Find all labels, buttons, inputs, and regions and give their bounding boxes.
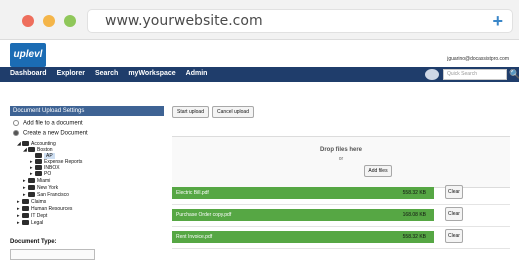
- folder-icon: [22, 220, 29, 226]
- file-name: Electric Bill.pdf: [176, 190, 209, 196]
- tree-node-claims[interactable]: ▸ Claims: [17, 199, 46, 205]
- clear-file-button[interactable]: Clear: [445, 207, 463, 221]
- tree-node-miami[interactable]: ▸ Miami: [23, 178, 50, 184]
- folder-icon: [22, 206, 29, 212]
- file-row: Purchase Order copy.pdf 168.08 KB Clear: [172, 205, 510, 227]
- folder-icon: [28, 185, 35, 191]
- folder-icon: [35, 171, 42, 177]
- tree-node-legal[interactable]: ▸ Legal: [17, 220, 43, 226]
- nav-myworkspace[interactable]: myWorkspace: [128, 70, 175, 77]
- tree-node-new-york[interactable]: ▸ New York: [23, 185, 58, 191]
- file-size: 168.08 KB: [402, 212, 426, 218]
- app-logo[interactable]: uplevl: [10, 43, 46, 67]
- app-header: [0, 40, 519, 67]
- add-files-button[interactable]: Add files: [364, 165, 392, 177]
- option-add-to-document[interactable]: Add file to a document: [13, 120, 83, 127]
- clear-file-button[interactable]: Clear: [445, 229, 463, 243]
- file-row: Rent Invoice.pdf 558.32 KB Clear: [172, 227, 510, 249]
- drop-title: Drop files here: [319, 147, 362, 153]
- file-size: 558.32 KB: [402, 234, 426, 240]
- nav-explorer[interactable]: Explorer: [57, 70, 85, 77]
- file-size: 558.32 KB: [402, 190, 426, 196]
- plus-icon[interactable]: +: [492, 11, 503, 32]
- upload-settings-panel: Document Upload Settings Add file to a d…: [10, 106, 164, 262]
- maximize-window-dot[interactable]: [64, 15, 76, 27]
- file-progress-bar: Rent Invoice.pdf 558.32 KB: [172, 231, 434, 243]
- option-create-document[interactable]: Create a new Document: [13, 130, 88, 137]
- document-type-label: Document Type:: [10, 239, 57, 245]
- cloud-upload-icon[interactable]: [425, 69, 439, 80]
- quick-search-input[interactable]: Quick Search: [443, 69, 507, 80]
- tree-node-it-dept[interactable]: ▸ IT Dept: [17, 213, 47, 219]
- tree-node-san-francisco[interactable]: ▸ San Francisco: [23, 192, 69, 198]
- tree-node-human-resources[interactable]: ▸ Human Resources: [17, 206, 72, 212]
- folder-icon: [28, 192, 35, 198]
- url-text: www.yourwebsite.com: [105, 13, 263, 29]
- upload-panel: Start upload Cancel upload Drop files he…: [172, 104, 510, 262]
- folder-icon: [35, 153, 42, 159]
- nav-admin[interactable]: Admin: [186, 70, 208, 77]
- browser-chrome: www.yourwebsite.com +: [0, 0, 519, 40]
- folder-icon: [28, 147, 35, 153]
- radio-add-to-document[interactable]: [13, 120, 19, 126]
- start-upload-button[interactable]: Start upload: [172, 106, 209, 118]
- folder-icon: [35, 165, 42, 171]
- tree-node-po[interactable]: ▸ PO: [30, 171, 51, 177]
- minimize-window-dot[interactable]: [43, 15, 55, 27]
- folder-icon: [22, 141, 29, 147]
- file-row: Electric Bill.pdf 558.32 KB Clear: [172, 183, 510, 205]
- address-bar[interactable]: www.yourwebsite.com +: [87, 9, 513, 33]
- document-type-select[interactable]: [10, 249, 95, 260]
- main-navbar: Dashboard Explorer Search myWorkspace Ad…: [0, 67, 519, 82]
- radio-create-document[interactable]: [13, 130, 19, 136]
- nav-dashboard[interactable]: Dashboard: [10, 70, 47, 77]
- drop-zone[interactable]: Drop files here or Add files: [172, 136, 510, 188]
- row-divider: [172, 248, 510, 249]
- clear-file-button[interactable]: Clear: [445, 185, 463, 199]
- close-window-dot[interactable]: [22, 15, 34, 27]
- folder-icon: [35, 159, 42, 165]
- drop-or-text: or: [338, 156, 344, 162]
- search-icon[interactable]: 🔍: [509, 69, 519, 80]
- upload-settings-title: Document Upload Settings: [10, 106, 164, 116]
- nav-search[interactable]: Search: [95, 70, 118, 77]
- file-name: Rent Invoice.pdf: [176, 234, 213, 240]
- folder-icon: [22, 199, 29, 205]
- file-progress-bar: Purchase Order copy.pdf 168.08 KB: [172, 209, 434, 221]
- folder-icon: [22, 213, 29, 219]
- file-progress-bar: Electric Bill.pdf 558.32 KB: [172, 187, 434, 199]
- folder-icon: [28, 178, 35, 184]
- file-name: Purchase Order copy.pdf: [176, 212, 232, 218]
- user-email[interactable]: jguarino@docassistpro.com: [447, 56, 509, 62]
- cancel-upload-button[interactable]: Cancel upload: [212, 106, 254, 118]
